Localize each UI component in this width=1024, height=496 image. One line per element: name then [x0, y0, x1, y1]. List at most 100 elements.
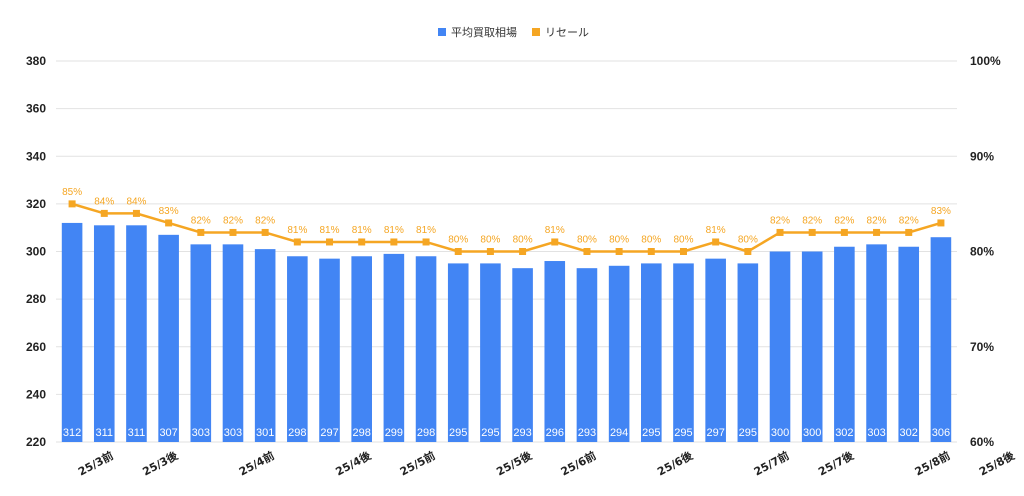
line-value-label: 82%	[834, 215, 854, 226]
line-value-label: 81%	[416, 225, 436, 236]
x-tick-label: 25/7前	[751, 448, 791, 478]
line-value-label: 81%	[384, 225, 404, 236]
y-right-tick-label: 80%	[970, 245, 994, 259]
x-tick-label: 25/5後	[494, 448, 535, 479]
bar	[801, 251, 823, 442]
bar-value-label: 293	[513, 427, 531, 439]
line-value-label: 82%	[770, 215, 790, 226]
line-marker	[132, 209, 140, 217]
line-marker	[808, 228, 816, 236]
bar-value-label: 297	[706, 427, 724, 439]
bar	[383, 253, 405, 442]
y-left-tick-label: 220	[26, 435, 46, 449]
bar-value-label: 300	[803, 427, 821, 439]
bar-value-label: 296	[546, 427, 564, 439]
bar	[576, 268, 598, 442]
bar-value-label: 303	[867, 427, 885, 439]
line-marker	[229, 228, 237, 236]
y-left-tick-label: 300	[26, 245, 46, 259]
line-marker	[100, 209, 108, 217]
bar-value-label: 299	[385, 427, 403, 439]
line-value-label: 83%	[159, 206, 179, 217]
line-value-label: 80%	[480, 235, 500, 246]
line-marker	[326, 238, 334, 246]
line-value-label: 81%	[706, 225, 726, 236]
y-left-tick-label: 260	[26, 340, 46, 354]
line-marker	[454, 248, 462, 255]
bar	[705, 258, 726, 442]
y-right-tick-label: 60%	[970, 435, 994, 449]
line-value-label: 82%	[191, 215, 211, 226]
y-left-tick-label: 360	[26, 102, 46, 116]
line-marker	[679, 248, 687, 255]
line-value-label: 82%	[867, 215, 887, 226]
bar	[834, 246, 855, 442]
line-marker	[744, 248, 752, 255]
line-marker	[197, 228, 205, 236]
bar	[673, 263, 694, 442]
bar-value-label: 298	[353, 427, 371, 439]
line-marker	[551, 238, 559, 246]
x-tick-label: 25/4後	[333, 448, 374, 479]
line-marker	[68, 200, 76, 208]
bar	[544, 261, 566, 442]
legend-label-bars: 平均買取相場	[451, 26, 517, 39]
combo-chart: 220 240 260 280 300 320 340 360 380 60% 70% 80% 90% 1…	[0, 0, 1024, 496]
line-marker	[615, 248, 623, 255]
bar	[898, 246, 920, 442]
bar-value-label: 312	[63, 427, 81, 439]
y-left-tick-label: 340	[26, 149, 46, 163]
bar	[737, 263, 759, 442]
bar	[93, 225, 115, 442]
line-marker	[486, 248, 494, 255]
line-value-label: 80%	[448, 235, 468, 246]
line-marker	[873, 228, 881, 236]
bar-value-label: 303	[192, 427, 210, 439]
bar	[190, 244, 212, 442]
legend-label-line: リセール	[545, 26, 589, 39]
chart-canvas: 220 240 260 280 300 320 340 360 380 60% 70% 80% 90% 1…	[26, 26, 1018, 479]
line-marker	[293, 238, 301, 246]
bar	[480, 263, 501, 442]
line-value-label: 80%	[513, 235, 533, 246]
bar-value-label: 293	[578, 427, 596, 439]
bar-value-label: 297	[320, 427, 338, 439]
line-value-label: 80%	[673, 235, 693, 246]
y-right-tick-label: 70%	[970, 340, 994, 354]
bar-value-label: 295	[674, 427, 692, 439]
bar	[447, 263, 469, 442]
line-value-label: 84%	[94, 196, 114, 207]
y-left-tick-label: 380	[26, 54, 46, 68]
bar-value-label: 295	[642, 427, 660, 439]
bar	[319, 258, 340, 442]
line-value-label: 80%	[577, 235, 597, 246]
x-tick-label: 25/3前	[76, 448, 116, 478]
bar-value-label: 301	[256, 427, 274, 439]
line-marker	[165, 219, 173, 227]
bar	[608, 265, 630, 442]
line-marker	[840, 228, 848, 236]
bar-value-label: 307	[159, 427, 177, 439]
bar-value-label: 295	[481, 427, 499, 439]
line-value-label: 84%	[126, 196, 146, 207]
legend-swatch-line	[532, 28, 540, 36]
y-left-tick-label: 320	[26, 197, 46, 211]
x-tick-label: 25/6後	[655, 448, 696, 479]
line-value-label: 85%	[62, 187, 82, 198]
bar	[769, 251, 791, 442]
line-marker	[358, 238, 366, 246]
line-value-label: 80%	[641, 235, 661, 246]
line-value-label: 81%	[320, 225, 340, 236]
line-marker	[519, 248, 527, 255]
line-value-label: 82%	[223, 215, 243, 226]
y-right-tick-label: 100%	[970, 54, 1001, 68]
line-marker	[937, 219, 945, 227]
bar	[351, 256, 372, 442]
y-left-tick-label: 240	[26, 387, 46, 401]
line-marker	[905, 228, 913, 236]
bar	[126, 225, 147, 442]
bar	[287, 256, 308, 442]
line-marker	[261, 228, 269, 236]
bar-value-label: 295	[739, 427, 757, 439]
x-tick-label: 25/3後	[140, 448, 181, 479]
